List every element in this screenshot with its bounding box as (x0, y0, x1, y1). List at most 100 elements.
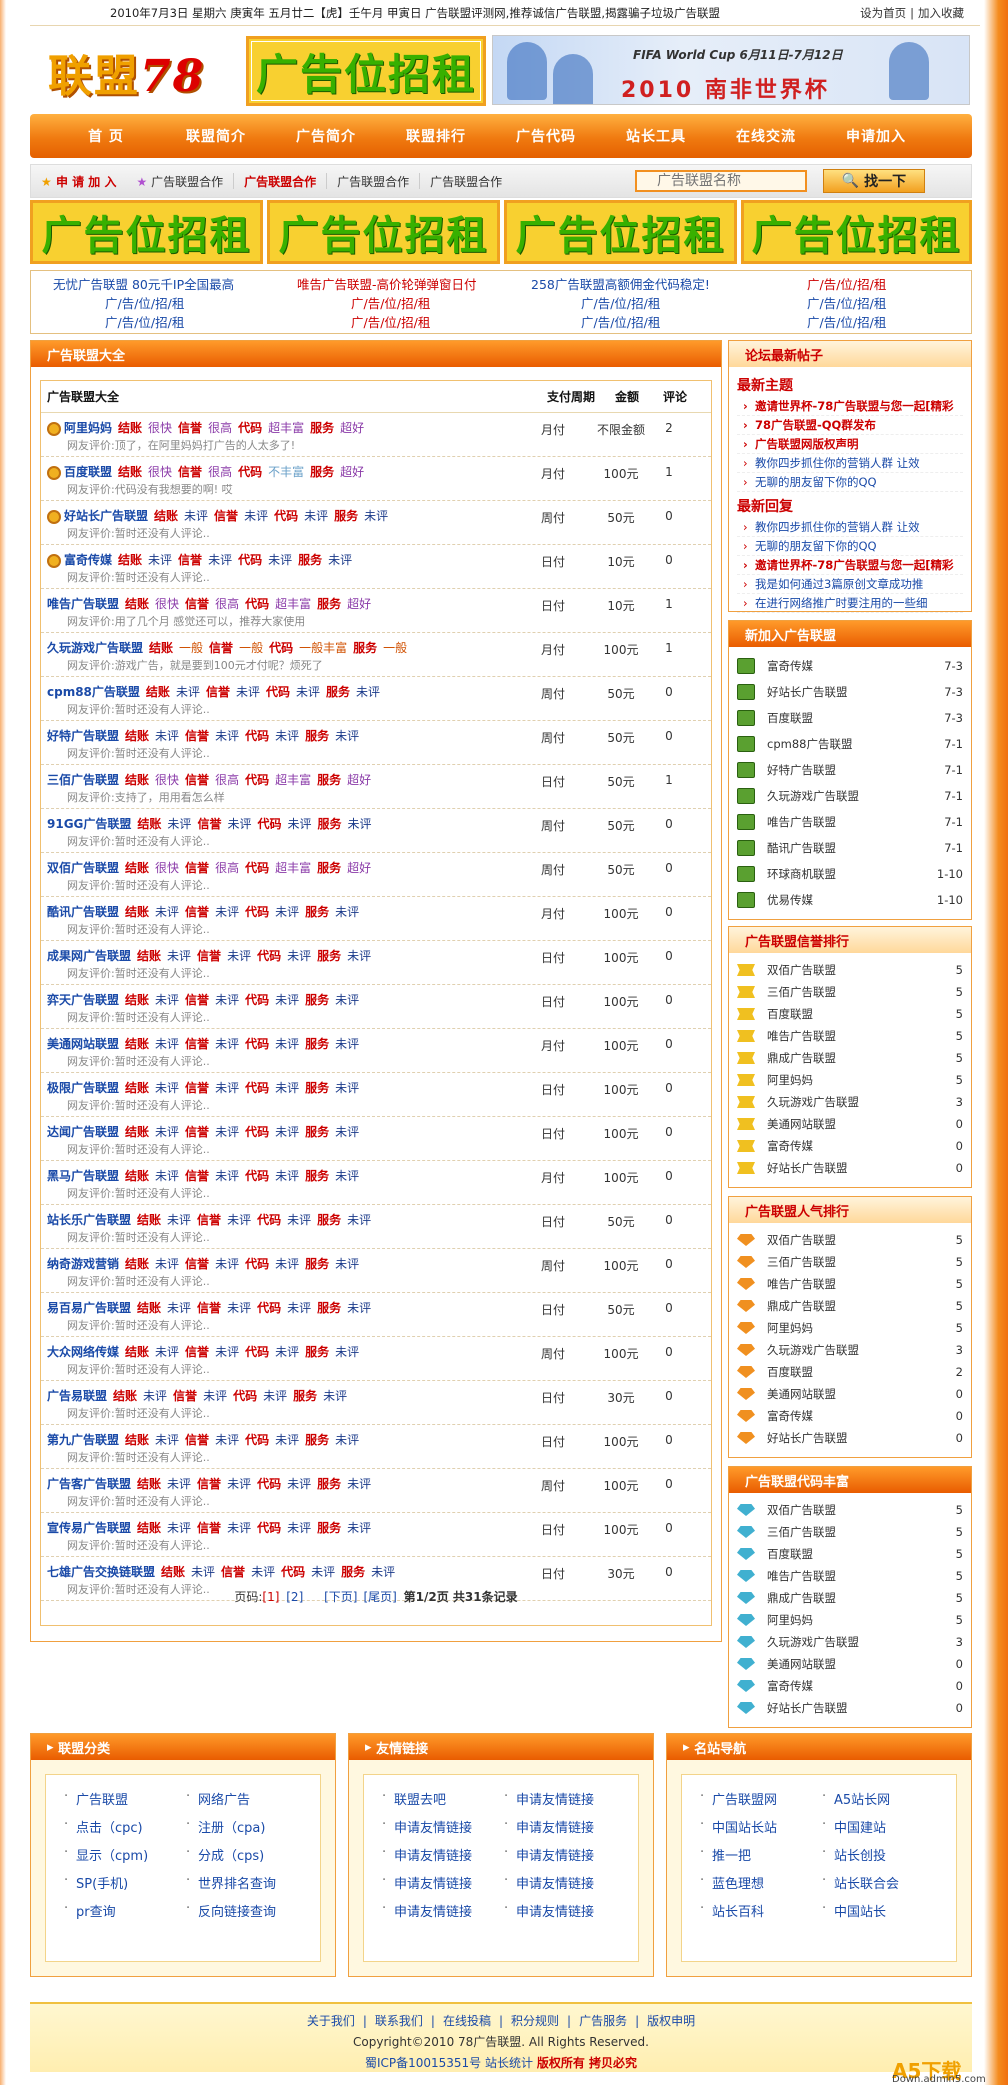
rank-item[interactable]: cpm88广告联盟 7-1 (737, 731, 963, 757)
alliance-name[interactable]: 酷讯广告联盟 (47, 905, 119, 919)
text-link[interactable]: 广/告/位/招/租 (105, 312, 184, 331)
bottom-link[interactable]: 站长联合会 (822, 1873, 899, 1892)
bottom-link[interactable]: 中国站长 (822, 1901, 886, 1920)
subnav-item[interactable]: ★ 广告联盟合作 (127, 173, 234, 190)
apply-join-link[interactable]: ★ 申 请 加 入 (31, 173, 127, 190)
rank-item[interactable]: 三佰广告联盟 5 (737, 981, 963, 1003)
search-button[interactable]: 🔍 找一下 (823, 169, 925, 193)
bottom-link[interactable]: 申请友情链接 (382, 1901, 472, 1920)
table-row[interactable]: 好特广告联盟 结账 未评 信誉 未评 代码 未评 服务 未评 网友评价:暂时还没有人评论.. 周付 5… (41, 721, 711, 765)
rank-item[interactable]: 美通网站联盟 0 (737, 1653, 963, 1675)
rank-item[interactable]: 唯告广告联盟 7-1 (737, 809, 963, 835)
text-link[interactable]: 唯告广告联盟-高价轮弹弹窗日付 (297, 274, 477, 293)
rank-item[interactable]: 阿里妈妈 5 (737, 1609, 963, 1631)
nav-item-2[interactable]: 广告简介 (274, 121, 378, 151)
bottom-link[interactable]: 中国站长站 (700, 1817, 777, 1836)
table-row[interactable]: 广告客广告联盟 结账 未评 信誉 未评 代码 未评 服务 未评 网友评价:暂时还没有人评论.. 周付… (41, 1469, 711, 1513)
forum-reply-link[interactable]: 教你四步抓住你的营销人群 让效 (737, 518, 963, 537)
bottom-link[interactable]: 申请友情链接 (504, 1845, 594, 1864)
rank-item[interactable]: 久玩游戏广告联盟 3 (737, 1091, 963, 1113)
table-row[interactable]: 好站长广告联盟 结账 未评 信誉 未评 代码 未评 服务 未评 网友评价:暂时还没有人评论.. 周付… (41, 501, 711, 545)
bottom-link[interactable]: 中国建站 (822, 1817, 886, 1836)
last-page-link[interactable]: [尾页] (363, 1590, 396, 1604)
set-home-link[interactable]: 设为首页 (856, 6, 910, 20)
nav-item-5[interactable]: 站长工具 (604, 121, 708, 151)
forum-reply-link[interactable]: 在进行网络推广时要注用的一些细 (737, 594, 963, 613)
subnav-item[interactable]: 广告联盟合作 (420, 173, 512, 190)
rank-item[interactable]: 好站长广告联盟 0 (737, 1697, 963, 1719)
nav-item-1[interactable]: 联盟简介 (164, 121, 268, 151)
rank-item[interactable]: 百度联盟 2 (737, 1361, 963, 1383)
rank-item[interactable]: 阿里妈妈 5 (737, 1069, 963, 1091)
rank-item[interactable]: 久玩游戏广告联盟 3 (737, 1339, 963, 1361)
text-link[interactable]: 广/告/位/招/租 (581, 312, 660, 331)
rank-item[interactable]: 酷讯广告联盟 7-1 (737, 835, 963, 861)
table-row[interactable]: 站长乐广告联盟 结账 未评 信誉 未评 代码 未评 服务 未评 网友评价:暂时还没有人评论.. 日付… (41, 1205, 711, 1249)
alliance-name[interactable]: 弈天广告联盟 (47, 993, 119, 1007)
table-row[interactable]: 宣传易广告联盟 结账 未评 信誉 未评 代码 未评 服务 未评 网友评价:暂时还没有人评论.. 日付… (41, 1513, 711, 1557)
table-row[interactable]: 91GG广告联盟 结账 未评 信誉 未评 代码 未评 服务 未评 网友评价:暂时还没有人评论.. 周… (41, 809, 711, 853)
rank-item[interactable]: 优易传媒 1-10 (737, 887, 963, 913)
nav-item-0[interactable]: 首 页 (54, 121, 158, 151)
alliance-name[interactable]: 91GG广告联盟 (47, 817, 131, 831)
alliance-name[interactable]: 富奇传媒 (64, 553, 112, 567)
bottom-link[interactable]: 分成（cps) (186, 1845, 264, 1864)
table-row[interactable]: 酷讯广告联盟 结账 未评 信誉 未评 代码 未评 服务 未评 网友评价:暂时还没有人评论.. 月付 1… (41, 897, 711, 941)
bottom-link[interactable]: 申请友情链接 (382, 1845, 472, 1864)
bottom-link[interactable]: 网络广告 (186, 1789, 250, 1808)
rank-item[interactable]: 双佰广告联盟 5 (737, 1229, 963, 1251)
table-row[interactable]: 百度联盟 结账 很快 信誉 很高 代码 不丰富 服务 超好 网友评价:代码没有我想要的啊! 哎 月付… (41, 457, 711, 501)
table-row[interactable]: 易百易广告联盟 结账 未评 信誉 未评 代码 未评 服务 未评 网友评价:暂时还没有人评论.. 日付… (41, 1293, 711, 1337)
ad-slot[interactable]: 广告位招租 (30, 200, 263, 264)
alliance-name[interactable]: 三佰广告联盟 (47, 773, 119, 787)
bottom-link[interactable]: pr查询 (64, 1901, 116, 1920)
table-row[interactable]: 久玩游戏广告联盟 结账 一般 信誉 一般 代码 一般丰富 服务 一般 网友评价:游戏广告，就是要到… (41, 633, 711, 677)
bottom-link[interactable]: 站长百科 (700, 1901, 764, 1920)
rank-item[interactable]: 唯告广告联盟 5 (737, 1273, 963, 1295)
rank-item[interactable]: 富奇传媒 0 (737, 1405, 963, 1427)
forum-topic-link[interactable]: 78广告联盟-QQ群发布 (737, 416, 963, 435)
table-row[interactable]: cpm88广告联盟 结账 未评 信誉 未评 代码 未评 服务 未评 网友评价:暂时还没有人评论..… (41, 677, 711, 721)
alliance-name[interactable]: 好特广告联盟 (47, 729, 119, 743)
bottom-link[interactable]: 反向链接查询 (186, 1901, 276, 1920)
table-row[interactable]: 弈天广告联盟 结账 未评 信誉 未评 代码 未评 服务 未评 网友评价:暂时还没有人评论.. 日付 1… (41, 985, 711, 1029)
table-row[interactable]: 黑马广告联盟 结账 未评 信誉 未评 代码 未评 服务 未评 网友评价:暂时还没有人评论.. 月付 1… (41, 1161, 711, 1205)
rank-item[interactable]: 唯告广告联盟 5 (737, 1565, 963, 1587)
forum-topic-link[interactable]: 无聊的朋友留下你的QQ (737, 473, 963, 492)
bottom-link[interactable]: 推一把 (700, 1845, 751, 1864)
rank-item[interactable]: 三佰广告联盟 5 (737, 1251, 963, 1273)
ad-slot[interactable]: 广告位招租 (741, 200, 972, 264)
text-link[interactable]: 广/告/位/招/租 (105, 293, 184, 312)
table-row[interactable]: 大众网络传媒 结账 未评 信誉 未评 代码 未评 服务 未评 网友评价:暂时还没有人评论.. 周付 1… (41, 1337, 711, 1381)
table-row[interactable]: 广告易联盟 结账 未评 信誉 未评 代码 未评 服务 未评 网友评价:暂时还没有人评论.. 日付 30… (41, 1381, 711, 1425)
alliance-name[interactable]: 久玩游戏广告联盟 (47, 641, 143, 655)
bottom-link[interactable]: 世界排名查询 (186, 1873, 276, 1892)
table-row[interactable]: 阿里妈妈 结账 很快 信誉 很高 代码 超丰富 服务 超好 网友评价:顶了，在阿里妈妈打广告的人太… (41, 413, 711, 457)
bottom-link[interactable]: A5站长网 (822, 1789, 890, 1808)
bottom-link[interactable]: 申请友情链接 (382, 1817, 472, 1836)
bottom-link[interactable]: 注册（cpa) (186, 1817, 265, 1836)
alliance-name[interactable]: 站长乐广告联盟 (47, 1213, 131, 1227)
bottom-link[interactable]: 点击（cpc) (64, 1817, 143, 1836)
table-row[interactable]: 纳奇游戏营销 结账 未评 信誉 未评 代码 未评 服务 未评 网友评价:暂时还没有人评论.. 周付 1… (41, 1249, 711, 1293)
alliance-name[interactable]: 宣传易广告联盟 (47, 1521, 131, 1535)
text-link[interactable]: 广/告/位/招/租 (351, 312, 430, 331)
forum-reply-link[interactable]: 我是如何通过3篇原创文章成功推 (737, 575, 963, 594)
alliance-name[interactable]: 好站长广告联盟 (64, 509, 148, 523)
alliance-name[interactable]: 双佰广告联盟 (47, 861, 119, 875)
alliance-name[interactable]: 美通网站联盟 (47, 1037, 119, 1051)
forum-topic-link[interactable]: 广告联盟网版权声明 (737, 435, 963, 454)
rank-item[interactable]: 富奇传媒 7-3 (737, 653, 963, 679)
table-row[interactable]: 成果网广告联盟 结账 未评 信誉 未评 代码 未评 服务 未评 网友评价:暂时还没有人评论.. 日付… (41, 941, 711, 985)
forum-reply-link[interactable]: 无聊的朋友留下你的QQ (737, 537, 963, 556)
header-ad-slot[interactable]: 广告位招租 (246, 36, 486, 106)
table-row[interactable]: 双佰广告联盟 结账 很快 信誉 很高 代码 超丰富 服务 超好 网友评价:暂时还没有人评论.. 周付… (41, 853, 711, 897)
bottom-link[interactable]: 蓝色理想 (700, 1873, 764, 1892)
nav-item-3[interactable]: 联盟排行 (384, 121, 488, 151)
footer-link[interactable]: 积分规则 (511, 2014, 559, 2028)
site-logo[interactable]: 联盟78 (48, 40, 205, 104)
text-link[interactable]: 广/告/位/招/租 (807, 293, 886, 312)
bottom-link[interactable]: 广告联盟网 (700, 1789, 777, 1808)
rank-item[interactable]: 久玩游戏广告联盟 7-1 (737, 783, 963, 809)
forum-topic-link[interactable]: 教你四步抓住你的营销人群 让效 (737, 454, 963, 473)
